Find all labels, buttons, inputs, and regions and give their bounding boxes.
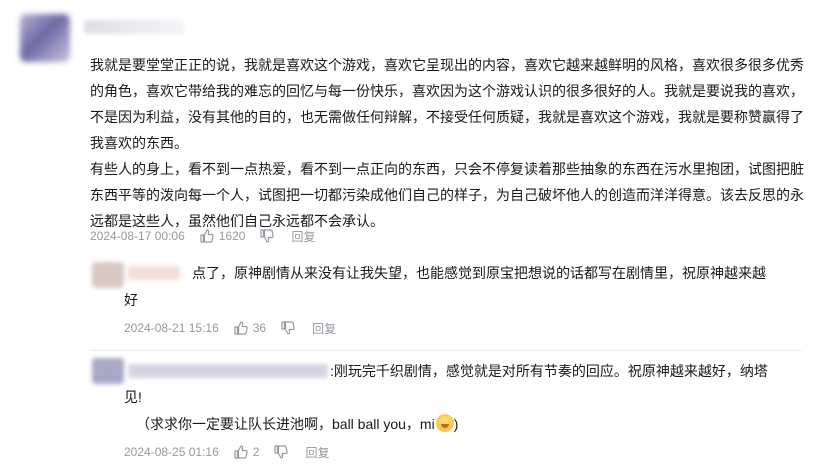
comment-time: 2024-08-17 00:06 — [90, 229, 185, 243]
reply-line: 好 — [124, 292, 138, 308]
like-count: 2 — [252, 445, 260, 459]
username-blurred[interactable] — [84, 20, 184, 34]
blush-emoji-icon — [435, 414, 454, 432]
dislike-button[interactable] — [280, 320, 296, 336]
divider — [90, 350, 802, 351]
like-count: 36 — [252, 321, 267, 335]
reply-text-cont: 好 — [124, 287, 138, 313]
comment-body: 我就是要堂堂正正的说，我就是喜欢这个游戏，喜欢它呈现出的内容，喜欢它越来越鲜明的… — [90, 52, 810, 234]
thumbs-down-icon — [274, 445, 289, 459]
reply-time: 2024-08-25 01:16 — [124, 445, 219, 459]
thumbs-up-icon — [234, 321, 248, 335]
comment-meta: 2024-08-17 00:06 1620 回复 — [90, 227, 315, 245]
thumbs-up-icon — [200, 229, 214, 243]
reply-text-cont: 见! — [124, 384, 142, 410]
reply-button[interactable]: 回复 — [305, 444, 329, 461]
reply-time: 2024-08-21 15:16 — [124, 321, 219, 335]
like-count: 1620 — [218, 229, 246, 243]
reply-username-blurred[interactable] — [128, 266, 180, 280]
dislike-button[interactable] — [273, 444, 289, 460]
reply-text: 点了，原神剧情从来没有让我失望，也能感觉到原宝把想说的话都写在剧情里，祝原神越来… — [192, 260, 812, 286]
reply-line: :刚玩完千织剧情，感觉就是对所有节奏的回应。祝原神越来越好，纳塔 — [330, 363, 768, 379]
comment-paragraph-2: 有些人的身上，看不到一点热爱，看不到一点正向的东西，只会不停复读着那些抽象的东西… — [90, 161, 804, 229]
like-button[interactable]: 2 — [233, 444, 260, 460]
reply-meta: 2024-08-21 15:16 36 回复 — [124, 319, 336, 337]
avatar[interactable] — [20, 14, 70, 62]
reply-meta: 2024-08-25 01:16 2 回复 — [124, 443, 329, 461]
reply-avatar[interactable] — [92, 358, 124, 384]
thumbs-up-icon — [234, 445, 248, 459]
reply-line: 见! — [124, 389, 142, 405]
reply-avatar[interactable] — [92, 262, 124, 288]
reply-text-extra: （求求你一定要让队长进池啊，ball ball you，mi) — [136, 411, 458, 437]
reply-button[interactable]: 回复 — [291, 228, 315, 245]
thumbs-down-icon — [260, 229, 275, 243]
thumbs-down-icon — [281, 321, 295, 335]
reply-line: （求求你一定要让队长进池啊，ball ball you，mi — [136, 416, 435, 432]
reply-username-blurred[interactable] — [128, 364, 328, 378]
reply-line: 点了，原神剧情从来没有让我失望，也能感觉到原宝把想说的话都写在剧情里，祝原神越来… — [192, 265, 766, 281]
reply-button[interactable]: 回复 — [312, 320, 336, 337]
reply-text: :刚玩完千织剧情，感觉就是对所有节奏的回应。祝原神越来越好，纳塔 — [330, 358, 810, 384]
reply-line-tail: ) — [453, 416, 459, 432]
like-button[interactable]: 36 — [233, 320, 266, 336]
like-button[interactable]: 1620 — [199, 228, 246, 244]
dislike-button[interactable] — [259, 228, 275, 244]
comment-paragraph-1: 我就是要堂堂正正的说，我就是喜欢这个游戏，喜欢它呈现出的内容，喜欢它越来越鲜明的… — [90, 57, 804, 151]
